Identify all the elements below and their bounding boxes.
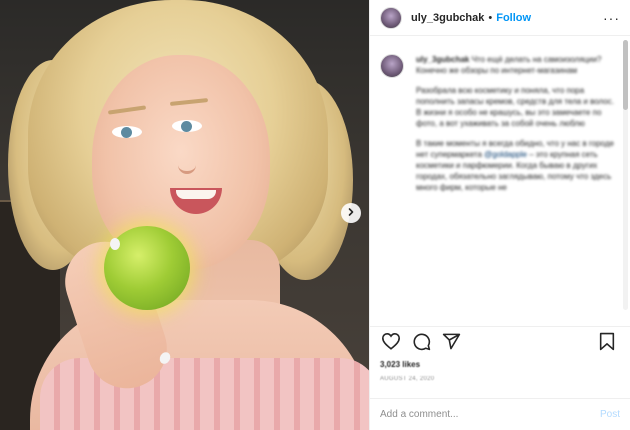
caption-paragraph: uly_3gubchak Что ещё делать на самоизоля… <box>416 54 616 76</box>
post-actions <box>370 326 630 360</box>
bookmark-icon <box>599 332 615 356</box>
comment-button[interactable] <box>410 333 432 355</box>
photo-nose <box>178 150 196 174</box>
like-button[interactable] <box>380 332 402 355</box>
caption-scrollbar[interactable] <box>623 40 628 310</box>
share-icon <box>442 332 461 356</box>
caption-username[interactable]: uly_3gubchak <box>416 55 469 64</box>
author-avatar[interactable] <box>380 6 402 29</box>
heart-icon <box>381 332 401 355</box>
caption-paragraph: Разобрала всю косметику и поняла, что по… <box>416 86 614 128</box>
post-comment-button[interactable]: Post <box>600 409 620 420</box>
caption-avatar[interactable] <box>380 54 404 78</box>
photo-eye-left <box>112 126 142 138</box>
photo-nail <box>110 238 120 250</box>
chevron-right-icon <box>346 204 356 222</box>
instagram-post: uly_3gubchak • Follow ··· uly_3gubchak Ч… <box>0 0 630 430</box>
more-options-icon[interactable]: ··· <box>603 10 620 26</box>
follow-button[interactable]: Follow <box>496 12 531 24</box>
caption-scroll-thumb[interactable] <box>623 40 628 110</box>
caption-mention-link[interactable]: @goldapple <box>484 150 527 159</box>
post-header: uly_3gubchak • Follow ··· <box>370 0 630 36</box>
caption-section: uly_3gubchak Что ещё делать на самоизоля… <box>370 36 630 326</box>
save-button[interactable] <box>596 332 618 356</box>
post-date: AUGUST 24, 2020 <box>380 376 435 382</box>
post-photo[interactable] <box>0 0 369 430</box>
header-separator: • <box>488 11 493 24</box>
comment-icon <box>412 332 431 356</box>
likes-count[interactable]: 3,023 likes <box>370 360 630 372</box>
caption-paragraph: В такие моменты я всегда обидно, что у н… <box>416 138 616 193</box>
photo-blouse <box>40 358 369 430</box>
caption-text: uly_3gubchak Что ещё делать на самоизоля… <box>416 54 616 326</box>
add-comment-bar: Post <box>370 398 630 430</box>
photo-eye-right <box>172 120 202 132</box>
share-button[interactable] <box>440 333 462 355</box>
next-photo-button[interactable] <box>341 203 361 223</box>
post-side-panel: uly_3gubchak • Follow ··· uly_3gubchak Ч… <box>369 0 630 430</box>
author-username[interactable]: uly_3gubchak <box>411 12 484 24</box>
comment-input[interactable] <box>380 409 570 420</box>
photo-teeth <box>176 190 216 199</box>
